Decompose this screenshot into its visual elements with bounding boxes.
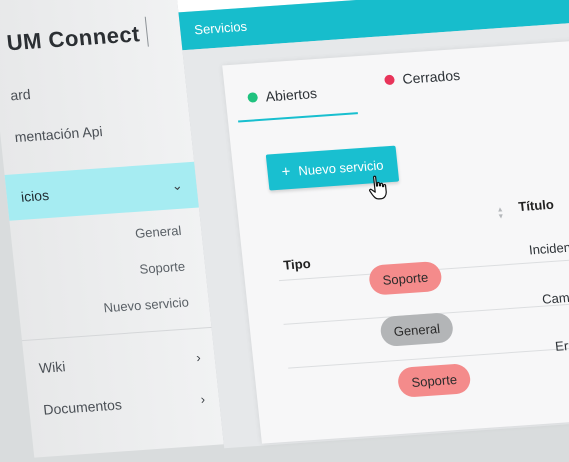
status-dot-icon bbox=[384, 74, 396, 86]
sidebar-item-services[interactable]: icios ⌄ bbox=[4, 161, 199, 221]
sidebar-item-label: ard bbox=[9, 85, 32, 104]
chevron-right-icon: › bbox=[195, 349, 202, 365]
sidebar-subitem-general[interactable]: General bbox=[134, 223, 182, 241]
sidebar-item-label: icios bbox=[20, 186, 50, 205]
column-header-title[interactable]: Título bbox=[518, 197, 555, 214]
plus-icon: + bbox=[280, 162, 292, 181]
type-badge: Soporte bbox=[396, 363, 472, 398]
sidebar-item-label: mentación Api bbox=[13, 123, 104, 146]
chevron-down-icon: ⌄ bbox=[170, 177, 184, 194]
app-scene: UM Connect ard mentación Api icios ⌄ Gen… bbox=[0, 0, 569, 458]
type-badge: General bbox=[379, 312, 455, 348]
sort-icon[interactable]: ▲ ▼ bbox=[496, 206, 504, 220]
sidebar-subitem-support[interactable]: Soporte bbox=[139, 259, 186, 277]
column-header-type[interactable]: Tipo bbox=[283, 256, 312, 273]
chevron-right-icon: › bbox=[199, 391, 206, 407]
type-badge: Soporte bbox=[367, 260, 443, 296]
sidebar-item-label: Documentos bbox=[42, 396, 123, 418]
brand-separator bbox=[144, 16, 149, 47]
brand-name: UM Connect bbox=[5, 21, 142, 56]
hand-cursor-icon bbox=[369, 175, 387, 200]
page-title: Servicios bbox=[193, 18, 248, 38]
status-dot-icon bbox=[247, 92, 259, 103]
sidebar-item-label: Wiki bbox=[38, 358, 67, 376]
sidebar-subitem-new-service[interactable]: Nuevo servicio bbox=[103, 294, 190, 315]
